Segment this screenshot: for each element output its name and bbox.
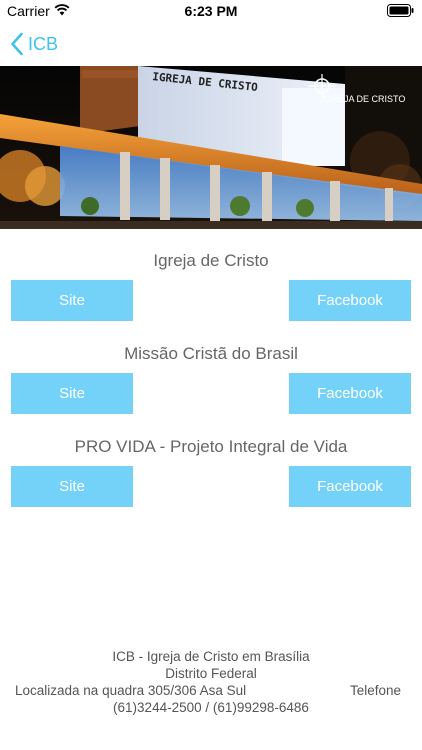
facebook-button[interactable]: Facebook — [289, 373, 411, 414]
church-photo: IGREJA DE CRISTO IGREJA DE CRISTO — [0, 66, 422, 229]
logo-text: IGREJA DE CRISTO — [322, 94, 405, 104]
facebook-button[interactable]: Facebook — [289, 466, 411, 507]
status-bar: Carrier 6:23 PM — [0, 0, 422, 22]
org-section-pro-vida: PRO VIDA - Projeto Integral de Vida Site… — [0, 437, 422, 517]
org-title: Igreja de Cristo — [153, 251, 269, 270]
footer-phone-numbers[interactable]: (61)3244-2500 / (61)99298-6486 — [0, 700, 422, 715]
footer-church-name: ICB - Igreja de Cristo em Brasília — [112, 649, 310, 664]
site-button[interactable]: Site — [11, 280, 133, 321]
battery-icon — [387, 4, 414, 17]
chevron-left-icon — [11, 32, 23, 56]
org-title: Missão Cristã do Brasil — [124, 344, 298, 363]
footer-address: Localizada na quadra 305/306 Asa Sul — [15, 683, 247, 698]
clock: 6:23 PM — [184, 3, 238, 19]
site-button[interactable]: Site — [11, 373, 133, 414]
navigation-bar: ICB — [0, 22, 422, 66]
footer-phone-label: Telefone — [350, 683, 402, 698]
org-section-missao-crista: Missão Cristã do Brasil Site Facebook — [0, 344, 422, 424]
facebook-button[interactable]: Facebook — [289, 280, 411, 321]
org-title: PRO VIDA - Projeto Integral de Vida — [74, 437, 348, 456]
back-button[interactable]: ICB — [10, 30, 58, 58]
footer-region: Distrito Federal — [165, 666, 257, 681]
site-button[interactable]: Site — [11, 466, 133, 507]
back-button-label: ICB — [28, 33, 59, 54]
org-section-igreja-de-cristo: Igreja de Cristo Site Facebook — [0, 251, 422, 331]
